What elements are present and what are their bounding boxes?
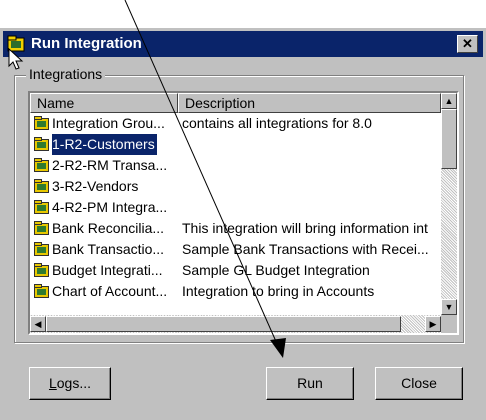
annotation-arrow xyxy=(124,0,286,358)
mouse-cursor-icon xyxy=(8,48,24,70)
